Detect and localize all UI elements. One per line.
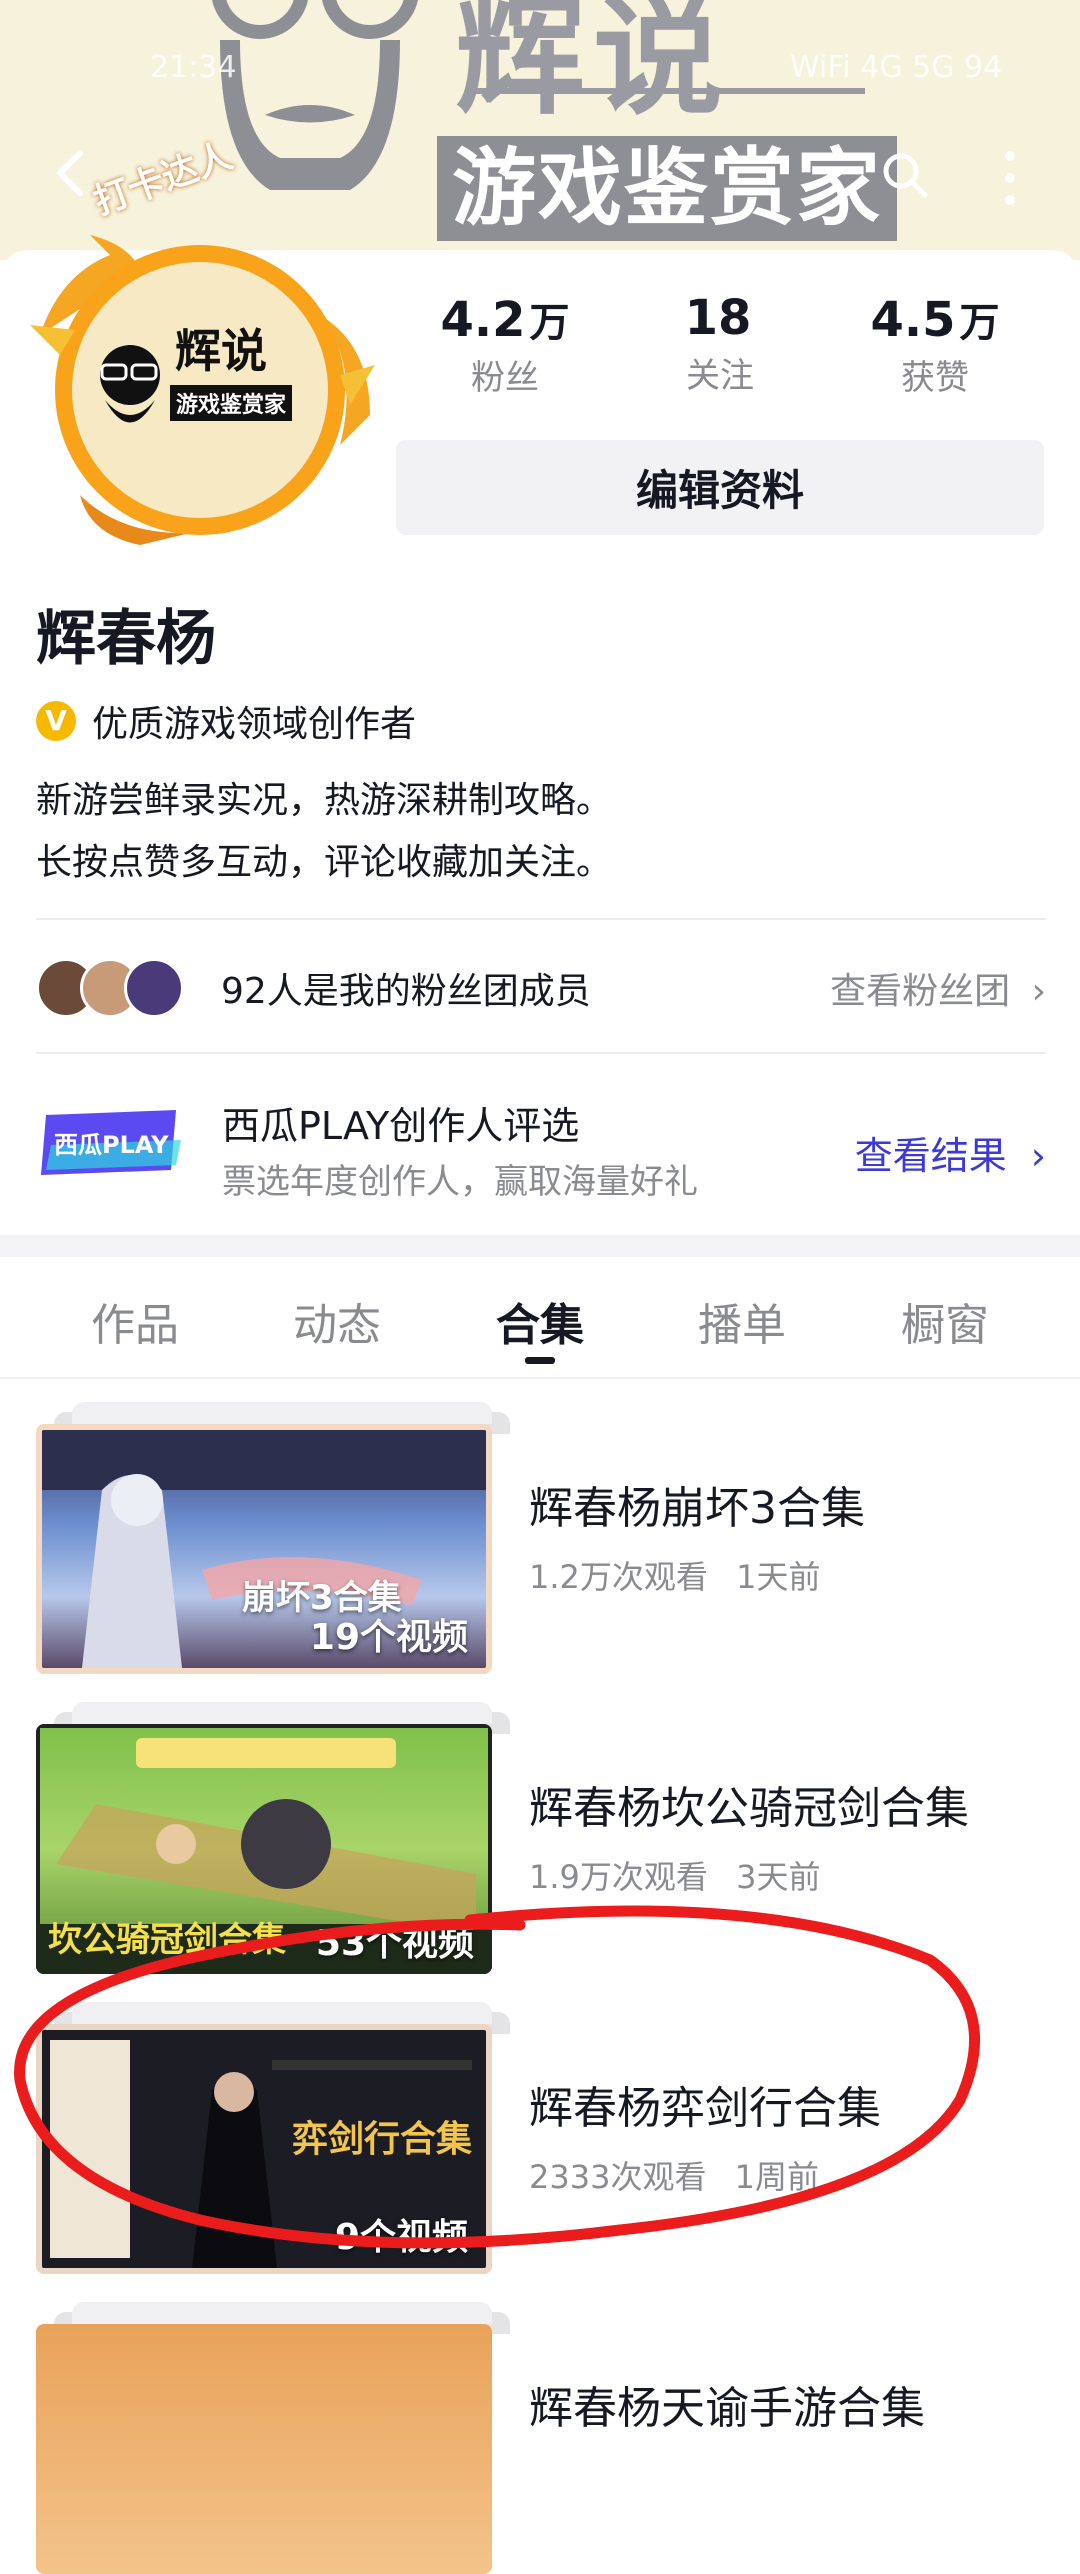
stat-likes-label: 获赞 <box>901 358 969 398</box>
verified-icon: V <box>36 701 76 741</box>
tab-collections[interactable]: 合集 <box>440 1289 640 1353</box>
certification-row: V 优质游戏领域创作者 <box>36 695 416 747</box>
stat-likes-value: 4.5 <box>870 292 956 348</box>
banner-subtitle: 游戏鉴赏家 <box>437 136 897 241</box>
banner-rule <box>465 88 865 94</box>
promo-title: 西瓜PLAY创作人评选 <box>222 1104 580 1148</box>
collection-time: 1天前 <box>736 1558 821 1596</box>
divider <box>36 918 1046 920</box>
collection-views: 1.9万次观看 <box>529 1858 708 1896</box>
fan-group-link-label: 查看粉丝团 <box>830 971 1011 1012</box>
promo-logo-text: 西瓜PLAY <box>54 1131 169 1159</box>
stat-following-label: 关注 <box>686 356 754 396</box>
fan-group-text: 92人是我的粉丝团成员 <box>221 971 591 1012</box>
tab-indicator <box>525 1357 555 1364</box>
chevron-right-icon: › <box>1030 1134 1046 1178</box>
promo-subtitle: 票选年度创作人，赢取海量好礼 <box>222 1162 698 1202</box>
profile-bio: 新游尝鲜录实况，热游深耕制攻略。 长按点赞多互动，评论收藏加关注。 <box>36 770 612 894</box>
promo-link-label: 查看结果 <box>854 1134 1007 1178</box>
stack-shadow <box>72 2302 492 2324</box>
back-icon[interactable] <box>50 148 90 198</box>
promo-row[interactable]: 西瓜PLAY 西瓜PLAY创作人评选 票选年度创作人，赢取海量好礼 查看结果 › <box>36 1090 1046 1210</box>
promo-link[interactable]: 查看结果 › <box>855 1125 1046 1180</box>
banner-title: 辉说 <box>455 0 732 133</box>
tab-dynamics[interactable]: 动态 <box>237 1289 437 1353</box>
stat-fans-label: 粉丝 <box>471 358 539 398</box>
stack-shadow <box>72 1402 492 1424</box>
bio-line-2: 长按点赞多互动，评论收藏加关注。 <box>36 842 613 883</box>
divider <box>36 1052 1046 1054</box>
tab-works[interactable]: 作品 <box>35 1289 235 1353</box>
collection-title: 辉春杨天谕手游合集 <box>529 2383 925 2434</box>
collection-thumbnail: 崩坏3合集 19个视频 <box>36 1424 492 1674</box>
collection-thumbnail <box>36 2324 492 2574</box>
collection-views: 1.2万次观看 <box>529 1558 708 1596</box>
avatar-logo-title: 辉说 <box>175 324 267 378</box>
collection-title: 辉春杨崩坏3合集 <box>529 1483 865 1534</box>
xigua-play-logo: 西瓜PLAY <box>36 1105 186 1180</box>
edit-profile-button[interactable]: 编辑资料 <box>396 440 1044 535</box>
bio-line-1: 新游尝鲜录实况，热游深耕制攻略。 <box>36 780 613 821</box>
chevron-right-icon: › <box>1031 971 1046 1012</box>
video-count: 19个视频 <box>309 1617 468 1658</box>
more-icon[interactable] <box>1000 148 1020 208</box>
stack-shadow <box>72 1702 492 1724</box>
fan-group-link[interactable]: 查看粉丝团 › <box>830 962 1046 1014</box>
red-circle-annotation <box>14 1905 981 2249</box>
collection-item[interactable]: 崩坏3合集 19个视频 辉春杨崩坏3合集 1.2万次观看 1天前 <box>36 1402 1046 1674</box>
avatar[interactable]: 打卡达人 辉说 游戏鉴赏家 <box>20 135 380 545</box>
fan-avatars <box>36 958 196 1018</box>
tab-shop[interactable]: 橱窗 <box>845 1289 1045 1353</box>
status-time: 21:34 <box>150 50 237 85</box>
beard-illustration <box>220 40 400 190</box>
fan-avatar <box>124 958 184 1018</box>
collection-title: 辉春杨坎公骑冠剑合集 <box>529 1783 969 1834</box>
stat-likes[interactable]: 4.5 万 获赞 <box>815 290 1055 399</box>
profile-name: 辉春杨 <box>36 604 216 674</box>
stat-fans-value: 4.2 <box>440 292 526 348</box>
certification-text: 优质游戏领域创作者 <box>92 704 417 745</box>
avatar-logo-sub: 游戏鉴赏家 <box>170 385 293 421</box>
fan-group-row[interactable]: 92人是我的粉丝团成员 查看粉丝团 › <box>36 950 1046 1020</box>
stat-fans-unit: 万 <box>529 300 570 346</box>
stat-likes-unit: 万 <box>959 300 1000 346</box>
collection-meta: 1.9万次观看 3天前 <box>529 1852 820 1898</box>
stat-fans[interactable]: 4.2 万 粉丝 <box>385 290 625 399</box>
stat-following-value: 18 <box>684 290 752 346</box>
stat-following[interactable]: 18 关注 <box>600 290 840 397</box>
search-icon[interactable] <box>880 150 930 200</box>
collection-meta: 1.2万次观看 1天前 <box>529 1552 820 1598</box>
collection-item[interactable]: 辉春杨天谕手游合集 <box>36 2302 1046 2574</box>
section-gap <box>0 1235 1080 1257</box>
collection-time: 3天前 <box>736 1858 821 1896</box>
status-icons: WiFi 4G 5G 94 <box>790 50 1003 85</box>
tab-playlists[interactable]: 播单 <box>642 1289 842 1353</box>
